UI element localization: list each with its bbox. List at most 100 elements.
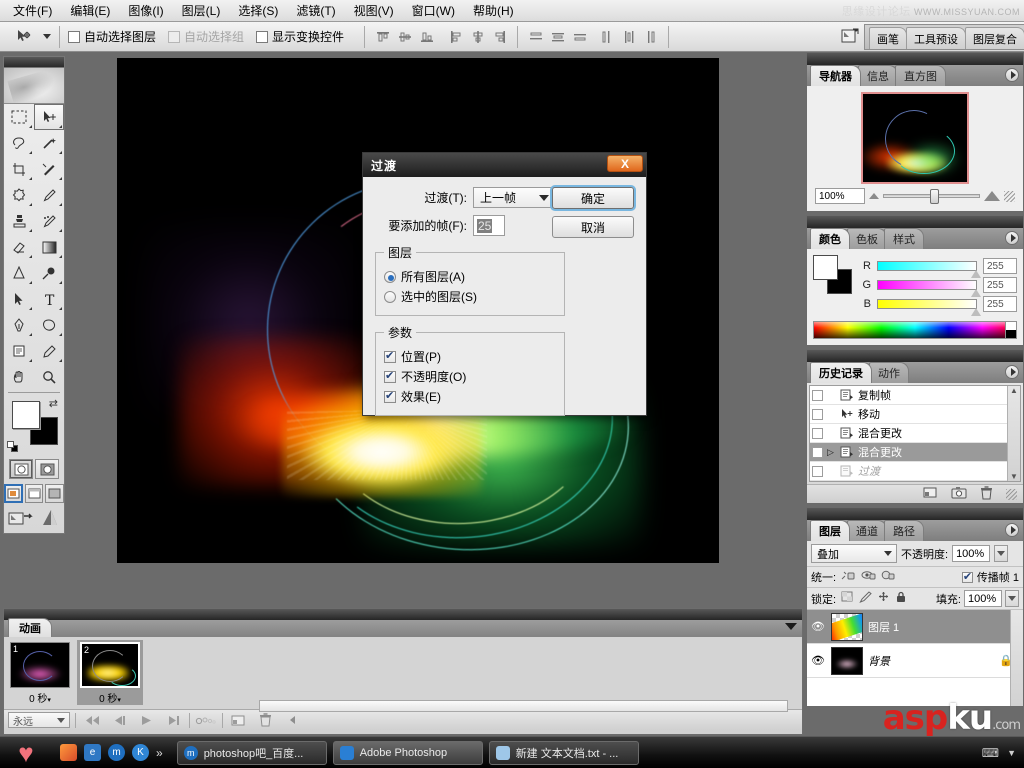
history-item[interactable]: ▷ 混合更改 <box>810 443 1020 462</box>
custom-shape-tool[interactable] <box>34 312 64 338</box>
all-layers-radio-button[interactable] <box>384 271 396 283</box>
history-drag-handle[interactable] <box>807 350 1023 362</box>
scroll-down-icon[interactable]: ▼ <box>1010 472 1018 481</box>
more-quick-launch-icon[interactable]: » <box>156 746 163 760</box>
eyedropper-tool[interactable] <box>34 338 64 364</box>
chevron-down-icon[interactable]: ▾ <box>47 697 51 704</box>
animation-drag-handle[interactable] <box>4 609 802 620</box>
taskbar-item-browser[interactable]: m photoshop吧_百度... <box>177 741 327 765</box>
animation-frame[interactable]: 2 0 秒▾ <box>77 640 143 705</box>
navigator-thumbnail[interactable] <box>861 92 969 184</box>
align-vertical-centers-icon[interactable] <box>395 27 414 46</box>
move-tool-icon[interactable] <box>6 24 40 50</box>
frame-duration[interactable]: 0 秒▾ <box>77 688 143 705</box>
blue-channel-value[interactable]: 255 <box>983 296 1017 312</box>
distribute-top-edges-icon[interactable] <box>526 27 545 46</box>
color-menu-icon[interactable] <box>1005 231 1019 245</box>
opacity-checkbox[interactable]: 不透明度(O) <box>384 368 556 385</box>
chevron-down-icon[interactable] <box>884 551 892 556</box>
maxthon-icon[interactable]: m <box>108 744 125 761</box>
delete-frame-icon[interactable] <box>255 712 277 728</box>
layer-fill-slider-icon[interactable] <box>1005 590 1019 607</box>
zoom-out-icon[interactable] <box>869 193 879 199</box>
history-resize-grip[interactable] <box>1006 489 1017 500</box>
frame-thumbnail[interactable]: 2 <box>80 642 140 688</box>
auto-select-layer-checkbox[interactable]: 自动选择图层 <box>68 28 156 45</box>
tab-layers[interactable]: 图层 <box>810 520 850 541</box>
layer-fill-input[interactable]: 100% <box>964 590 1002 607</box>
red-channel-value[interactable]: 255 <box>983 258 1017 274</box>
foreground-color-swatch[interactable] <box>12 401 40 429</box>
standard-mask-mode-icon[interactable] <box>9 459 33 479</box>
menu-item-file[interactable]: 文件(F) <box>4 0 61 21</box>
keyboard-icon[interactable]: ⌨ <box>982 746 999 760</box>
frame-thumbnail[interactable]: 1 <box>10 642 70 688</box>
history-snapshot-source-box[interactable] <box>812 447 823 458</box>
full-screen-mode-icon[interactable] <box>45 484 64 503</box>
tween-icon[interactable] <box>195 712 217 728</box>
tab-color[interactable]: 颜色 <box>810 228 850 249</box>
blur-tool[interactable] <box>4 260 34 286</box>
auto-select-layer-checkbox-box[interactable] <box>68 31 80 43</box>
full-screen-with-menubar-icon[interactable] <box>25 484 44 503</box>
history-item[interactable]: 移动 <box>810 405 1020 424</box>
red-channel-slider[interactable] <box>877 261 977 271</box>
effects-checkbox[interactable]: 效果(E) <box>384 388 556 405</box>
layer-thumbnail[interactable] <box>831 647 863 675</box>
jump-to-imageready-button-icon[interactable] <box>8 508 34 531</box>
toolbox-drag-handle[interactable] <box>4 57 64 68</box>
zoom-slider[interactable] <box>883 194 980 198</box>
layer-thumbnail[interactable] <box>831 613 863 641</box>
menu-item-select[interactable]: 选择(S) <box>229 0 287 21</box>
animation-scroll-left-icon[interactable] <box>282 712 304 728</box>
position-checkbox[interactable]: 位置(P) <box>384 348 556 365</box>
jump-to-imageready-icon[interactable] <box>836 24 864 50</box>
distribute-left-edges-icon[interactable] <box>597 27 616 46</box>
layer-row[interactable]: 👁 图层 1 <box>807 610 1023 644</box>
heart-start-icon[interactable]: ♥ <box>4 739 48 767</box>
cancel-button[interactable]: 取消 <box>552 216 634 238</box>
frame-duration[interactable]: 0 秒▾ <box>7 688 73 705</box>
new-document-icon[interactable] <box>923 486 938 502</box>
transition-with-select[interactable]: 上一帧 <box>473 187 555 208</box>
menu-item-window[interactable]: 窗口(W) <box>403 0 464 21</box>
zoom-tool[interactable] <box>34 364 64 390</box>
unify-style-icon[interactable] <box>881 569 896 585</box>
history-item[interactable]: 复制帧 <box>810 386 1020 405</box>
select-previous-frame-icon[interactable] <box>108 712 130 728</box>
tab-channels[interactable]: 通道 <box>847 520 887 541</box>
type-tool[interactable]: T <box>34 286 64 312</box>
standard-screen-mode-icon[interactable] <box>4 484 23 503</box>
layer-visibility-eye-icon[interactable]: 👁 <box>810 654 826 667</box>
layer-opacity-input[interactable]: 100% <box>952 545 990 562</box>
slice-tool[interactable] <box>34 156 64 182</box>
history-snapshot-source-box[interactable] <box>812 409 823 420</box>
opacity-checkbox-box[interactable] <box>384 371 396 383</box>
taskbar-item-notepad[interactable]: 新建 文本文档.txt - ... <box>489 741 639 765</box>
show-transform-controls-checkbox-box[interactable] <box>256 31 268 43</box>
browser-icon[interactable]: e <box>84 744 101 761</box>
loop-option-select[interactable]: 永远 <box>8 712 70 728</box>
default-colors-icon[interactable] <box>7 441 19 453</box>
gradient-tool[interactable] <box>34 234 64 260</box>
magic-wand-tool[interactable] <box>34 130 64 156</box>
layers-drag-handle[interactable] <box>807 508 1023 520</box>
tab-actions[interactable]: 动作 <box>869 362 909 383</box>
dialog-title-bar[interactable]: 过渡 X <box>363 153 646 177</box>
menu-item-filter[interactable]: 滤镜(T) <box>287 0 344 21</box>
palette-tab-layer-comps[interactable]: 图层复合 <box>965 27 1024 49</box>
tab-animation[interactable]: 动画 <box>8 618 52 637</box>
blue-channel-slider[interactable] <box>877 299 977 309</box>
layers-scrollbar[interactable] <box>1010 610 1023 706</box>
brush-tool[interactable] <box>34 182 64 208</box>
navigator-menu-icon[interactable] <box>1005 68 1019 82</box>
blue-channel-thumb[interactable] <box>971 308 981 316</box>
navigator-drag-handle[interactable] <box>807 53 1023 65</box>
layer-name[interactable]: 背景 <box>868 653 890 669</box>
chevron-down-icon[interactable] <box>539 195 549 201</box>
unify-position-icon[interactable] <box>841 569 856 585</box>
layers-menu-icon[interactable] <box>1005 523 1019 537</box>
rectangular-marquee-tool[interactable] <box>4 104 34 130</box>
history-menu-icon[interactable] <box>1005 365 1019 379</box>
menu-item-view[interactable]: 视图(V) <box>345 0 403 21</box>
